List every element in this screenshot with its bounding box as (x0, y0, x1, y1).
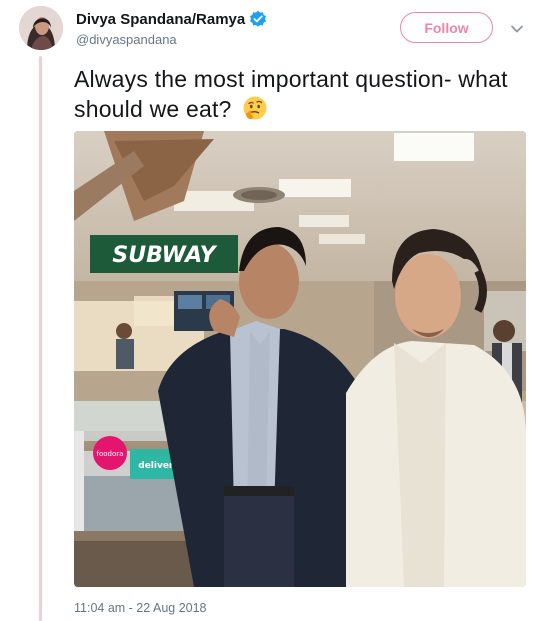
thread-line (39, 56, 42, 621)
thinking-face-icon (242, 95, 268, 121)
tweet-text-body: Always the most important question- what… (74, 66, 508, 122)
avatar[interactable] (19, 6, 63, 50)
display-name[interactable]: Divya Spandana/Ramya (76, 11, 245, 28)
chevron-down-icon[interactable] (510, 22, 524, 36)
handle[interactable]: @divyaspandana (76, 32, 177, 47)
subway-sign: SUBWAY (112, 243, 217, 268)
tweet-photo[interactable]: SUBWAY foodora deliveroo (74, 131, 526, 587)
verified-badge-icon (249, 10, 267, 28)
tweet-text: Always the most important question- what… (74, 64, 514, 124)
counter-badge: foodora (97, 450, 124, 458)
follow-button[interactable]: Follow (400, 12, 493, 43)
timestamp[interactable]: 11:04 am - 22 Aug 2018 (74, 601, 207, 615)
